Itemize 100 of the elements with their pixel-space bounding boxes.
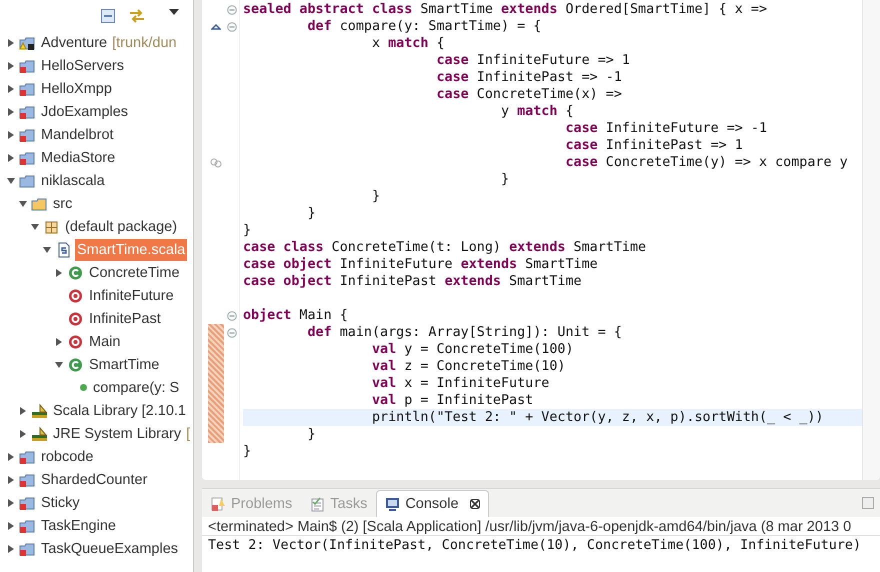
tree-item[interactable]: TaskQueueExamples (39, 538, 180, 560)
code-line: case object InfinitePast extends SmartTime (243, 273, 583, 290)
code-line: val y = ConcreteTime(100) (371, 341, 575, 358)
tree-item[interactable]: HelloServers (39, 54, 126, 76)
expand-arrow-icon[interactable] (7, 62, 15, 70)
folder-icon (19, 172, 36, 188)
tree-item-decoration: [ (186, 426, 190, 442)
fold-icon[interactable] (226, 310, 236, 320)
tree-item-decoration: [trunk/dun (112, 34, 177, 50)
class-icon (67, 264, 84, 280)
console-header: <terminated> Main$ (2) [Scala Application] /usr/lib/jvm/java-6-openjdk-amd64/bin/java (8 mar 2013 0 (202, 517, 880, 536)
expand-arrow-icon[interactable] (7, 544, 15, 552)
expand-arrow-icon[interactable] (7, 522, 15, 530)
tree-item[interactable]: Adventure (39, 32, 110, 54)
tree-item[interactable]: ConcreteTime (87, 262, 182, 284)
expand-arrow-icon[interactable] (7, 84, 15, 92)
tree-item[interactable]: SmartTime (87, 354, 162, 376)
collapse-arrow-icon[interactable] (19, 200, 27, 208)
tree-item[interactable]: Sticky (39, 492, 82, 514)
scrollbar[interactable] (862, 0, 880, 480)
tree-item[interactable]: Mandelbrot (39, 124, 116, 146)
folder-icon (19, 540, 36, 556)
view-menu-icon[interactable] (169, 9, 179, 15)
expand-arrow-icon[interactable] (19, 430, 27, 438)
tree-item[interactable]: InfinitePast (87, 308, 163, 330)
link-icon (210, 158, 222, 168)
tree-item[interactable]: compare(y: S (91, 376, 182, 398)
folder-icon (19, 126, 36, 142)
tree-item[interactable]: (default package) (63, 216, 180, 238)
code-line: case ConcreteTime(x) => (435, 86, 623, 103)
collapse-arrow-icon[interactable] (7, 176, 15, 184)
fold-icon[interactable] (226, 4, 236, 14)
code-line: case InfinitePast => -1 (435, 69, 623, 86)
clipboard-icon (310, 496, 326, 512)
code-line: } (306, 426, 317, 443)
package-icon (43, 218, 60, 234)
collapse-arrow-icon[interactable] (31, 222, 39, 230)
collapse-all-icon[interactable] (101, 8, 115, 22)
object-icon (67, 334, 84, 350)
expand-arrow-icon[interactable] (55, 268, 63, 276)
code-line: case object InfiniteFuture extends SmartTime (243, 256, 599, 273)
code-line: def compare(y: SmartTime) = { (306, 18, 542, 35)
code-line: def main(args: Array[String]): Unit = { (306, 324, 623, 341)
tree-item[interactable]: Scala Library [2.10.1 (51, 400, 188, 422)
folder-icon (19, 104, 36, 120)
object-icon (67, 288, 84, 304)
fold-icon[interactable] (226, 328, 236, 338)
expand-arrow-icon[interactable] (7, 130, 15, 138)
problems-icon (211, 496, 226, 512)
object-icon (67, 310, 84, 326)
tree-item[interactable]: robcode (39, 446, 96, 468)
tree-item[interactable]: JdoExamples (39, 100, 130, 122)
code-line: x match { (371, 35, 446, 52)
code-line: sealed abstract class SmartTime extends Ordered[SmartTime] { x => (243, 1, 768, 18)
tree-item[interactable]: ShardedCounter (39, 468, 150, 490)
dot-icon (79, 383, 88, 392)
code-line: } (243, 443, 252, 460)
library-icon (31, 426, 48, 442)
folder-icon (19, 80, 36, 96)
code-line: case InfinitePast => 1 (564, 137, 744, 154)
folder-icon (31, 196, 48, 212)
tree-item[interactable]: Main (87, 330, 122, 352)
folder-icon (19, 448, 36, 464)
expand-arrow-icon[interactable] (7, 476, 15, 484)
folder-icon (19, 34, 36, 50)
code-line: } (371, 188, 382, 205)
expand-arrow-icon[interactable] (7, 38, 15, 46)
collapse-arrow-icon[interactable] (55, 360, 63, 368)
console-output: Test 2: Vector(InfinitePast, ConcreteTime(10), ConcreteTime(100), InfiniteFuture) (207, 537, 862, 555)
monitor-icon (385, 496, 400, 512)
code-line: object Main { (243, 307, 349, 324)
expand-arrow-icon[interactable] (7, 452, 15, 460)
tree-item[interactable]: InfiniteFuture (87, 284, 176, 306)
expand-arrow-icon[interactable] (7, 498, 15, 506)
folder-icon (19, 494, 36, 510)
panel-tab[interactable]: Console (376, 490, 489, 517)
fold-icon[interactable] (226, 22, 236, 32)
code-line: y match { (500, 103, 575, 120)
tree-item[interactable]: HelloXmpp (39, 78, 114, 100)
code-line: } (500, 171, 510, 188)
close-icon[interactable] (470, 499, 480, 509)
expand-arrow-icon[interactable] (55, 338, 63, 346)
expand-arrow-icon[interactable] (7, 108, 15, 116)
library-icon (31, 402, 48, 418)
folder-icon (19, 472, 36, 488)
expand-arrow-icon[interactable] (7, 154, 15, 162)
code-line: case InfiniteFuture => 1 (435, 52, 631, 69)
tree-item[interactable]: src (51, 192, 74, 214)
class-icon (67, 356, 84, 372)
expand-arrow-icon[interactable] (19, 406, 27, 414)
code-line: } (306, 205, 317, 222)
tree-item[interactable]: niklascala (39, 170, 107, 192)
code-line: val z = ConcreteTime(10) (371, 358, 566, 375)
tree-item[interactable]: MediaStore (39, 146, 118, 168)
collapse-arrow-icon[interactable] (43, 246, 51, 254)
tree-item[interactable]: TaskEngine (39, 514, 118, 536)
tree-item[interactable]: JRE System Library (51, 422, 184, 444)
folder-icon (19, 150, 36, 166)
code-line: } (243, 222, 252, 239)
triangle-icon (211, 24, 221, 30)
